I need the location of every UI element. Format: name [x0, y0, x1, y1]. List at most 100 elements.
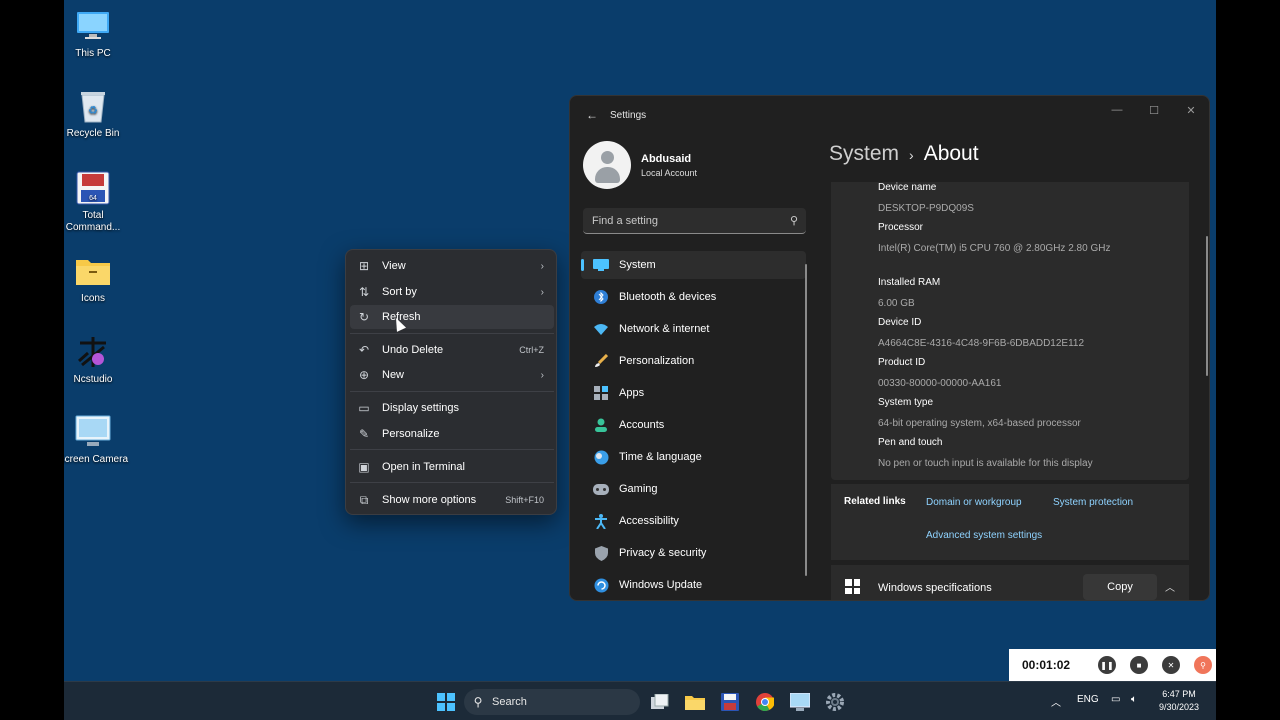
close-icon[interactable]: ✕ — [1162, 656, 1180, 674]
spec-system-type: System type 64-bit operating system, x64… — [878, 397, 1081, 429]
share-icon: ⧉ — [359, 492, 369, 507]
search-icon: ⚲ — [473, 695, 483, 709]
copy-button[interactable]: Copy — [1083, 574, 1157, 600]
chevron-right-icon: › — [540, 369, 544, 381]
minimize-icon[interactable]: — — [1102, 104, 1132, 116]
user-profile[interactable]: Abdusaid Local Account — [583, 141, 697, 189]
chevron-up-icon[interactable]: ︿ — [1051, 694, 1061, 709]
chevron-right-icon: › — [540, 286, 544, 298]
apps-icon — [587, 386, 615, 400]
desktop-icon-ncstudio[interactable]: Ncstudio — [64, 334, 129, 386]
nav-item-time-language[interactable]: Time & language — [581, 443, 806, 471]
nav-item-windows-update[interactable]: Windows Update — [581, 571, 806, 599]
screen-camera-icon — [790, 693, 810, 711]
context-item-show-more-options[interactable]: ⧉ Show more options Shift+F10 — [350, 488, 554, 512]
desktop-icon-this-pc[interactable]: This PC — [64, 8, 129, 60]
desktop-context-menu: ⊞ View › ⇅ Sort by › ↻ Refresh ↶ Undo De… — [345, 249, 557, 515]
person-icon — [587, 418, 615, 432]
recording-timer: 00:01:02 — [1022, 658, 1071, 672]
device-specifications: Device name DESKTOP-P9DQ09S Processor In… — [831, 182, 1189, 480]
nav-item-bluetooth-devices[interactable]: Bluetooth & devices — [581, 283, 806, 311]
task-view-button[interactable] — [649, 691, 671, 713]
pin-icon[interactable]: ⚲ — [1194, 656, 1212, 674]
settings-nav: System Bluetooth & devices Network & int… — [581, 251, 806, 600]
content-scrollbar[interactable] — [1206, 236, 1208, 376]
nav-item-network-internet[interactable]: Network & internet — [581, 315, 806, 343]
desktop-icon-screen-camera[interactable]: Screen Camera — [64, 414, 129, 466]
context-item-open-in-terminal[interactable]: ▣ Open in Terminal — [350, 455, 554, 479]
chevron-up-icon[interactable]: ︿ — [1165, 579, 1175, 594]
volume-icon[interactable]: 🔈︎ — [1131, 694, 1137, 705]
folder-icon — [685, 696, 705, 710]
nav-item-accessibility[interactable]: Accessibility — [581, 507, 806, 535]
nav-item-privacy-security[interactable]: Privacy & security — [581, 539, 806, 567]
monitor-icon — [75, 8, 111, 44]
start-button[interactable] — [435, 691, 457, 713]
desktop-icon-label: Total Command... — [65, 210, 121, 233]
search-icon[interactable]: ⚲ — [782, 214, 806, 227]
spec-installed-ram: Installed RAM 6.00 GB — [878, 277, 941, 309]
bluetooth-icon — [587, 290, 615, 304]
file-explorer-button[interactable] — [684, 691, 706, 713]
screen-camera-icon — [75, 414, 111, 450]
nav-item-gaming[interactable]: Gaming — [581, 475, 806, 503]
context-item-sort-by[interactable]: ⇅ Sort by › — [350, 280, 554, 304]
task-view-icon — [651, 694, 669, 709]
nav-scrollbar[interactable] — [805, 264, 807, 576]
spec-processor: Processor Intel(R) Core(TM) i5 CPU 760 @… — [878, 222, 1111, 254]
breadcrumb-parent[interactable]: System — [829, 142, 899, 166]
related-links-header: Related links — [844, 496, 906, 507]
desktop-icon-label: This PC — [75, 48, 111, 59]
taskbar-clock[interactable]: 6:47 PM 9/30/2023 — [1156, 688, 1202, 714]
update-icon — [587, 578, 615, 593]
related-links: Related links Domain or workgroup System… — [831, 484, 1189, 560]
settings-search-input[interactable] — [583, 214, 782, 227]
close-icon[interactable]: ✕ — [1176, 104, 1206, 117]
nav-item-personalization[interactable]: Personalization — [581, 347, 806, 375]
floppy-disk-icon: 64 — [75, 170, 111, 206]
screen-camera-button[interactable] — [789, 691, 811, 713]
chrome-button[interactable] — [754, 691, 776, 713]
context-item-undo-delete[interactable]: ↶ Undo Delete Ctrl+Z — [350, 338, 554, 362]
network-icon[interactable]: ▭ — [1111, 694, 1120, 705]
link-domain-workgroup[interactable]: Domain or workgroup — [926, 497, 1022, 508]
context-item-display-settings[interactable]: ▭ Display settings — [350, 396, 554, 420]
taskbar-search[interactable]: ⚲ Search — [464, 689, 640, 715]
desktop-icon-icons-folder[interactable]: Icons — [64, 253, 129, 305]
context-item-new[interactable]: ⊕ New › — [350, 363, 554, 387]
link-advanced-system-settings[interactable]: Advanced system settings — [926, 530, 1042, 541]
account-type: Local Account — [641, 167, 698, 178]
user-name: Abdusaid — [641, 152, 692, 165]
spec-pen-touch: Pen and touch No pen or touch input is a… — [878, 437, 1093, 469]
context-item-personalize[interactable]: ✎ Personalize — [350, 422, 554, 446]
context-item-view[interactable]: ⊞ View › — [350, 254, 554, 278]
stop-icon[interactable]: ■ — [1130, 656, 1148, 674]
language-indicator[interactable]: ENG — [1077, 694, 1099, 705]
settings-window: ← Settings — ☐ ✕ Abdusaid Local Account … — [569, 95, 1210, 601]
taskbar: ⚲ Search ︿ ENG ▭ 🔈︎ 6:47 PM 9/30/2023 — [64, 681, 1216, 720]
nav-item-system[interactable]: System — [581, 251, 806, 279]
svg-text:♻: ♻ — [88, 105, 98, 117]
context-item-refresh[interactable]: ↻ Refresh — [350, 305, 554, 329]
svg-text:64: 64 — [89, 195, 97, 202]
desktop-icon-total-commander[interactable]: 64 Total Command... — [64, 170, 129, 234]
settings-search-box[interactable]: ⚲ — [583, 208, 806, 234]
globe-clock-icon — [587, 450, 615, 465]
pause-icon[interactable]: ❚❚ — [1098, 656, 1116, 674]
windows-specifications-label: Windows specifications — [878, 582, 992, 594]
windows-specifications-section[interactable]: Windows specifications Copy ︿ — [831, 565, 1189, 600]
nav-item-accounts[interactable]: Accounts — [581, 411, 806, 439]
spec-product-id: Product ID 00330-80000-00000-AA161 — [878, 357, 1002, 389]
menu-separator — [350, 333, 554, 334]
desktop-icon-recycle-bin[interactable]: ♻ Recycle Bin — [64, 88, 129, 140]
back-arrow-icon[interactable]: ← — [578, 108, 606, 122]
menu-separator — [350, 391, 554, 392]
nav-item-apps[interactable]: Apps — [581, 379, 806, 407]
maximize-icon[interactable]: ☐ — [1139, 104, 1169, 117]
desktop-icon-label: Recycle Bin — [66, 128, 120, 139]
total-commander-button[interactable] — [719, 691, 741, 713]
link-system-protection[interactable]: System protection — [1053, 497, 1133, 508]
desktop[interactable]: This PC ♻ Recycle Bin 64 Total Command..… — [64, 0, 1216, 720]
breadcrumb: System › About — [829, 142, 979, 166]
settings-button[interactable] — [824, 691, 846, 713]
